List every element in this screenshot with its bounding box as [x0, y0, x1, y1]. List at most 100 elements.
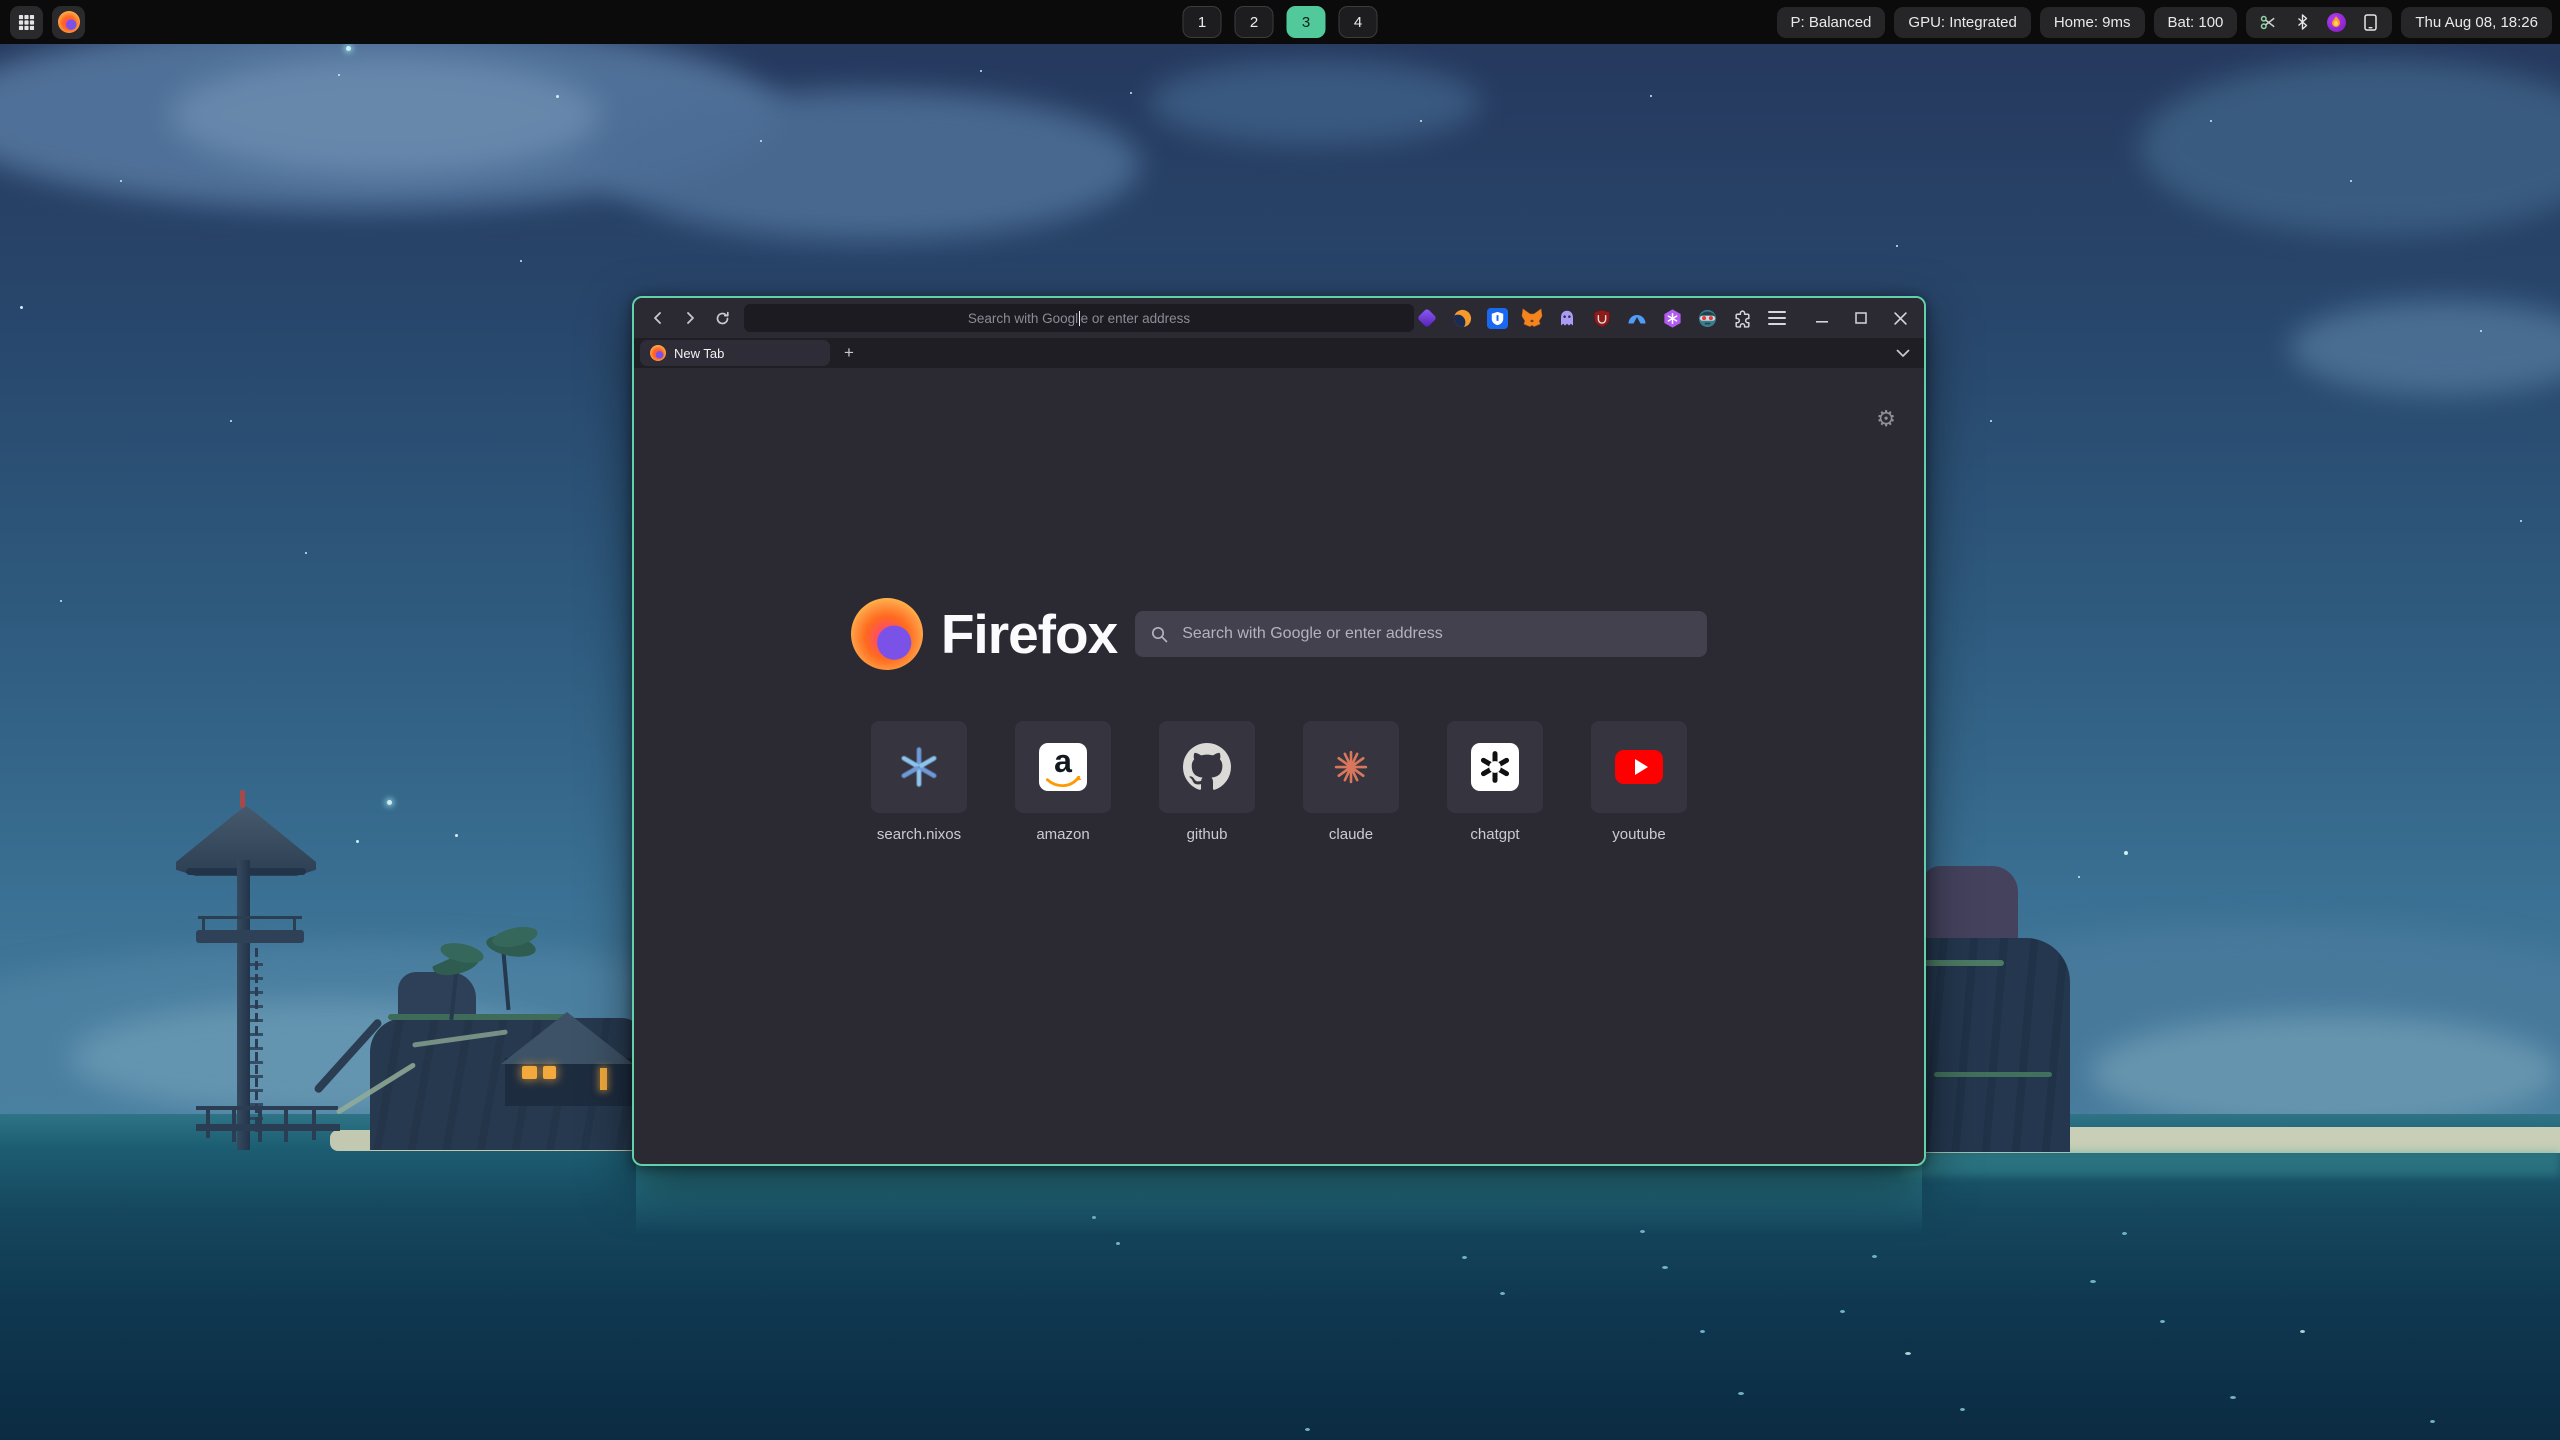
tab-new-tab[interactable]: New Tab: [640, 340, 830, 366]
star: [1896, 245, 1898, 247]
newtab-search-bar[interactable]: [1135, 611, 1707, 657]
extension-icons-row: [1415, 305, 1914, 331]
star: [556, 95, 559, 98]
shortcut-search-nixos[interactable]: search.nixos: [871, 721, 967, 843]
pier-rail: [196, 1106, 338, 1110]
workspace-2[interactable]: 2: [1235, 6, 1274, 38]
cloud: [1150, 60, 1480, 145]
youtube-icon: [1615, 750, 1663, 784]
grass-ledge: [388, 1014, 568, 1020]
cloud: [600, 90, 1140, 240]
phone-icon[interactable]: [2360, 12, 2380, 32]
goggles-face-extension-icon[interactable]: [1695, 306, 1719, 330]
star: [2078, 876, 2080, 878]
hut-window-lit: [600, 1068, 607, 1090]
cliff-shading: [1918, 938, 2070, 1152]
tab-title: New Tab: [674, 346, 724, 361]
extensions-puzzle-button[interactable]: [1730, 306, 1754, 330]
github-icon: [1183, 743, 1231, 791]
shortcut-label: github: [1187, 826, 1228, 843]
star: [356, 840, 359, 843]
vpn-arc-extension-icon[interactable]: [1625, 306, 1649, 330]
star: [346, 46, 351, 51]
firefox-launcher[interactable]: [52, 6, 85, 39]
hut-window-lit: [543, 1066, 556, 1079]
shortcut-label: amazon: [1036, 826, 1089, 843]
shallow-water-glow: [636, 1164, 1922, 1234]
shortcut-claude[interactable]: claude: [1303, 721, 1399, 843]
url-bar[interactable]: Search with Google or enter address: [744, 304, 1414, 332]
forward-button[interactable]: [674, 304, 706, 332]
cloud: [2090, 1015, 2560, 1130]
shortcut-label: claude: [1329, 826, 1373, 843]
minimize-button[interactable]: [1808, 305, 1836, 331]
gpu-pill[interactable]: GPU: Integrated: [1894, 7, 2030, 38]
firefox-icon: [58, 11, 80, 33]
tower-finial: [240, 790, 245, 808]
url-placeholder-left: Search with Googl: [968, 311, 1078, 326]
star: [120, 180, 122, 182]
puzzle-icon: [1733, 309, 1752, 328]
forward-icon: [682, 310, 698, 326]
ublock-origin-extension-icon[interactable]: [1590, 306, 1614, 330]
battery-pill[interactable]: Bat: 100: [2154, 7, 2238, 38]
reload-button[interactable]: [706, 304, 738, 332]
hut-window-lit: [522, 1066, 537, 1079]
star: [60, 600, 62, 602]
shortcut-youtube[interactable]: youtube: [1591, 721, 1687, 843]
back-icon: [650, 310, 666, 326]
status-pills: P: Balanced GPU: Integrated Home: 9ms Ba…: [1777, 0, 2552, 44]
star: [2520, 520, 2522, 522]
latency-pill[interactable]: Home: 9ms: [2040, 7, 2145, 38]
list-all-tabs-button[interactable]: [1896, 349, 1910, 358]
star: [230, 420, 232, 422]
metamask-extension-icon[interactable]: [1520, 306, 1544, 330]
clock: Thu Aug 08, 18:26: [2415, 14, 2538, 31]
star: [2124, 851, 2128, 855]
star: [20, 306, 23, 309]
star: [387, 800, 392, 805]
scissors-tray-icon[interactable]: [2258, 12, 2278, 32]
cliff-grass: [1918, 960, 2004, 966]
launchers: [10, 0, 85, 44]
menu-button[interactable]: [1765, 306, 1789, 330]
clock-pill[interactable]: Thu Aug 08, 18:26: [2401, 7, 2552, 38]
star: [2350, 180, 2352, 182]
ghostery-extension-icon[interactable]: [1555, 306, 1579, 330]
shortcut-chatgpt[interactable]: chatgpt: [1447, 721, 1543, 843]
flame-badge-icon[interactable]: [2326, 12, 2346, 32]
shortcut-label: youtube: [1612, 826, 1665, 843]
shortcut-github[interactable]: github: [1159, 721, 1255, 843]
chatgpt-icon: [1471, 743, 1519, 791]
status-bar: 1 2 3 4 P: Balanced GPU: Integrated Home…: [0, 0, 2560, 44]
maximize-button[interactable]: [1847, 305, 1875, 331]
workspace-1[interactable]: 1: [1183, 6, 1222, 38]
workspace-4[interactable]: 4: [1339, 6, 1378, 38]
hex-flower-extension-icon[interactable]: [1660, 306, 1684, 330]
amazon-icon: a: [1039, 743, 1087, 791]
newtab-search-input[interactable]: [1180, 624, 1691, 644]
app-grid-launcher[interactable]: [10, 6, 43, 39]
cloud: [170, 55, 600, 175]
purple-diamond-extension-icon[interactable]: [1415, 306, 1439, 330]
star: [1650, 95, 1652, 97]
firefox-wordmark: Firefox: [941, 602, 1117, 666]
personalize-gear-button[interactable]: ⚙: [1876, 408, 1896, 430]
cliff-grass: [1934, 1072, 2052, 1077]
newtab-hero: Firefox: [634, 598, 1924, 670]
power-profile-pill[interactable]: P: Balanced: [1777, 7, 1886, 38]
tab-strip: New Tab +: [634, 338, 1924, 368]
firefox-logo: [851, 598, 923, 670]
workspace-3-active[interactable]: 3: [1287, 6, 1326, 38]
dark-reader-extension-icon[interactable]: [1450, 306, 1474, 330]
hamburger-icon: [1768, 311, 1786, 325]
maximize-icon: [1855, 312, 1867, 324]
close-button[interactable]: [1886, 305, 1914, 331]
bitwarden-extension-icon[interactable]: [1485, 306, 1509, 330]
claude-icon: [1330, 746, 1372, 788]
back-button[interactable]: [642, 304, 674, 332]
firefox-favicon: [650, 345, 666, 361]
shortcut-amazon[interactable]: a amazon: [1015, 721, 1111, 843]
bluetooth-icon[interactable]: [2292, 12, 2312, 32]
new-tab-button[interactable]: +: [836, 341, 862, 365]
